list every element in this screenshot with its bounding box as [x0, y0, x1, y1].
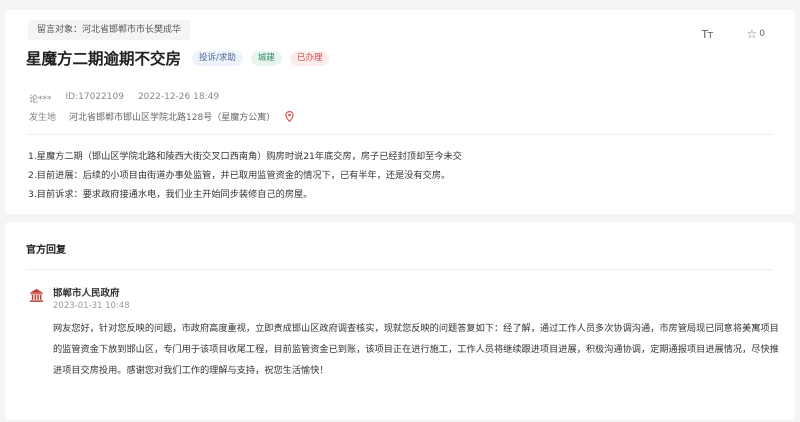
font-size-button[interactable]: Tт [701, 27, 713, 41]
star-button[interactable]: ☆ 0 [747, 27, 766, 41]
title-row: 星魔方二期逾期不交房 投诉/求助 城建 已办理 [26, 47, 337, 69]
reply-header: 官方回复 [26, 245, 66, 256]
status-badge: 已办理 [289, 50, 330, 66]
content-line: 3.目前诉求：要求政府接通水电，我们业主开始同步装修自己的房屋。 [28, 189, 313, 201]
message-datetime: 2022-12-26 18:49 [137, 92, 220, 102]
divider [28, 134, 772, 135]
reply-body: 网友您好，针对您反映的问题，市政府高度重视，立即责成邯山区政府调查核实，现就您反… [53, 323, 779, 376]
reply-org: 邯郸市人民政府 [53, 288, 120, 299]
recipient-label: 留言对象：河北省邯郸市市长樊成华 [28, 20, 191, 40]
reply-card: 官方回复 邯郸市人民政府 2023-01-31 10:48 网友您好，针对您反映… [5, 222, 795, 420]
tag-field: 城建 [250, 50, 282, 66]
meta-row: 论*** ID:17022109 2022-12-26 18:49 [29, 92, 233, 105]
location-text: 河北省邯郸市邯山区学院北路128号（星魔方公寓） [69, 113, 276, 123]
star-count: 0 [759, 29, 765, 39]
content-line: 1.星魔方二期（邯山区学院北路和陵西大街交叉口西南角）购房时说21年底交房，房子… [28, 151, 462, 162]
divider [26, 269, 772, 270]
reply-datetime: 2023-01-31 10:48 [53, 301, 130, 311]
location-label: 发生地 [29, 113, 57, 123]
message-content: 1.星魔方二期（邯山区学院北路和陵西大街交叉口西南角）购房时说21年底交房，房子… [28, 147, 768, 205]
message-card: 留言对象：河北省邯郸市市长樊成华 Tт ☆ 0 星魔方二期逾期不交房 投诉/求助… [5, 10, 795, 214]
government-building-icon [29, 288, 44, 302]
location-row: 发生地 河北省邯郸市邯山区学院北路128号（星魔方公寓） [29, 110, 294, 123]
font-size-icon: Tт [701, 27, 713, 41]
page-title: 星魔方二期逾期不交房 [26, 50, 182, 68]
message-id: ID:17022109 [65, 92, 124, 102]
map-pin-icon[interactable] [285, 111, 294, 122]
star-icon: ☆ [746, 27, 758, 41]
author-name: 论*** [29, 95, 52, 105]
tag-type: 投诉/求助 [192, 50, 243, 66]
toolbar: Tт ☆ 0 [701, 27, 765, 41]
content-line: 2.目前进展：后续的小项目由街道办事处监管，并已取用监管资金的情况下，已有半年，… [28, 170, 451, 182]
